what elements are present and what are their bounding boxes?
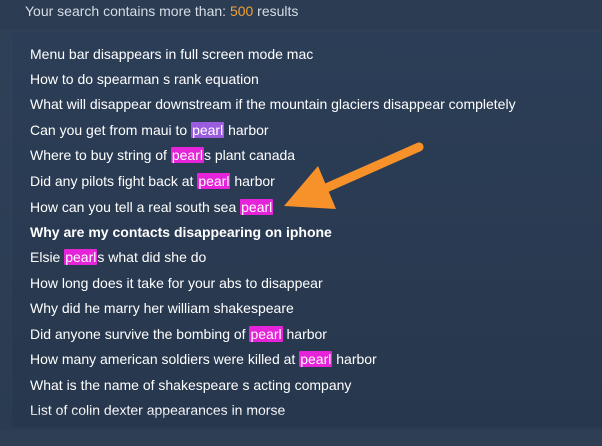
search-highlight: pearl xyxy=(249,326,283,342)
result-text: Did anyone survive the bombing of xyxy=(30,326,250,342)
result-text: Why did he marry her william shakespeare xyxy=(30,300,294,316)
result-item[interactable]: Where to buy string of pearls plant cana… xyxy=(30,144,295,166)
result-item[interactable]: Did anyone survive the bombing of pearl … xyxy=(30,323,327,345)
result-item[interactable]: Why did he marry her william shakespeare xyxy=(30,297,294,319)
result-item-active[interactable]: Why are my contacts disappearing on ipho… xyxy=(30,221,332,243)
result-text: How many american soldiers were killed a… xyxy=(30,351,300,367)
result-item[interactable]: Can you get from maui to pearl harbor xyxy=(30,119,269,141)
result-item[interactable]: How can you tell a real south sea pearl xyxy=(30,196,274,218)
search-highlight: pearl xyxy=(240,199,274,215)
result-text: Did any pilots fight back at xyxy=(30,173,198,189)
result-text: harbor xyxy=(230,173,275,189)
result-text: harbor xyxy=(282,326,327,342)
result-text: Can you get from maui to xyxy=(30,122,192,138)
result-text: List of colin dexter appearances in mors… xyxy=(30,402,286,418)
result-text: How can you tell a real south sea xyxy=(30,199,241,215)
result-text: What is the name of shakespeare s acting… xyxy=(30,377,352,393)
result-text: Elsie xyxy=(30,249,65,265)
result-item[interactable]: How many american soldiers were killed a… xyxy=(30,348,377,370)
result-text: How long does it take for your abs to di… xyxy=(30,275,323,291)
result-item[interactable]: Elsie pearls what did she do xyxy=(30,246,206,268)
status-bar: Your search contains more than: 500 resu… xyxy=(0,0,602,30)
search-highlight: pearl xyxy=(299,351,333,367)
result-text: Menu bar disappears in full screen mode … xyxy=(30,46,314,62)
footer-strip xyxy=(0,430,602,446)
search-highlight: pearl xyxy=(191,122,225,138)
result-text: harbor xyxy=(224,122,269,138)
status-suffix: results xyxy=(253,3,299,19)
result-item[interactable]: What will disappear downstream if the mo… xyxy=(30,93,516,115)
result-item[interactable]: List of colin dexter appearances in mors… xyxy=(30,399,285,421)
result-text: Why are my contacts disappearing on ipho… xyxy=(30,224,332,240)
result-text: s what did she do xyxy=(97,249,207,265)
result-text: How to do spearman s rank equation xyxy=(30,71,259,87)
result-item[interactable]: What is the name of shakespeare s acting… xyxy=(30,374,351,396)
result-text: Where to buy string of xyxy=(30,147,171,163)
status-prefix: Your search contains more than: xyxy=(25,3,230,19)
result-item[interactable]: How long does it take for your abs to di… xyxy=(30,272,323,294)
result-text: s plant canada xyxy=(203,147,296,163)
result-item[interactable]: Menu bar disappears in full screen mode … xyxy=(30,43,313,65)
result-text: harbor xyxy=(332,351,377,367)
search-highlight: pearl xyxy=(197,173,231,189)
result-count: 500 xyxy=(229,3,254,19)
result-text: What will disappear downstream if the mo… xyxy=(30,96,516,112)
results-panel[interactable]: Menu bar disappears in full screen mode … xyxy=(11,32,602,427)
result-item[interactable]: How to do spearman s rank equation xyxy=(30,68,259,90)
result-count-text: Your search contains more than: 500 resu… xyxy=(25,2,298,20)
search-highlight: pearl xyxy=(170,147,204,163)
search-highlight: pearl xyxy=(64,249,98,265)
result-item[interactable]: Did any pilots fight back at pearl harbo… xyxy=(30,170,275,192)
